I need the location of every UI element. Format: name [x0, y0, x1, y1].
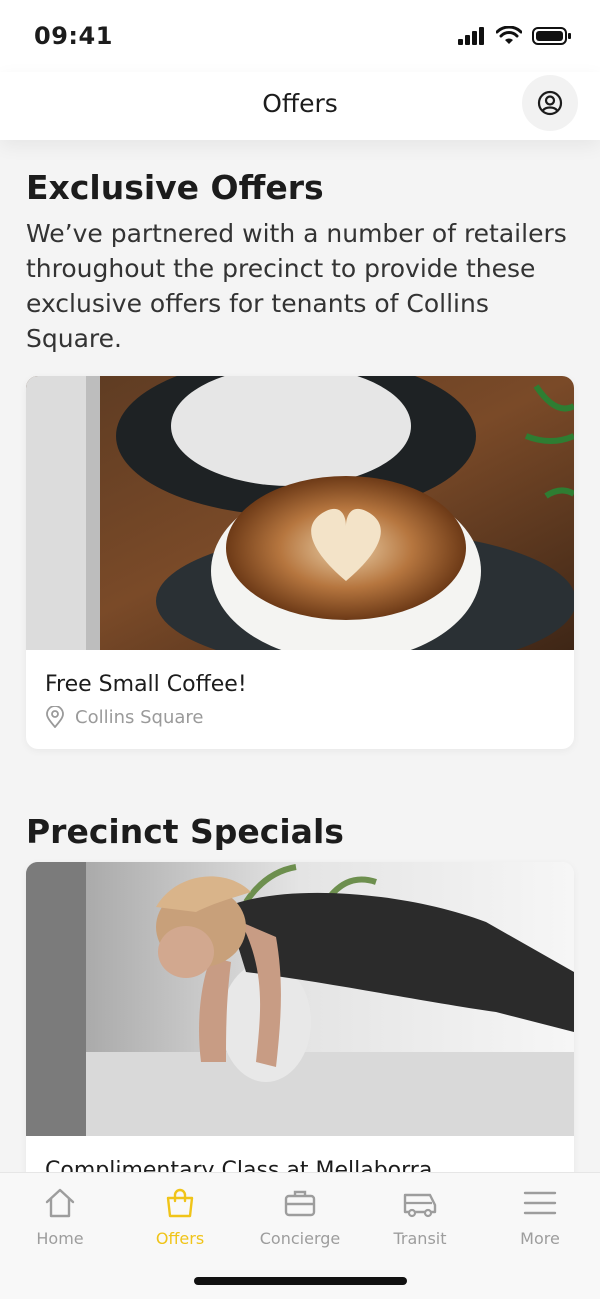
offer-title: Free Small Coffee!: [45, 672, 247, 697]
user-circle-icon: [537, 90, 563, 116]
tab-offers-label: Offers: [155, 1229, 205, 1248]
wifi-icon: [496, 26, 522, 44]
profile-button[interactable]: [522, 75, 578, 131]
offer-card-free-coffee[interactable]: Free Small Coffee! Collins Square: [26, 376, 574, 749]
tab-concierge-label: Concierge: [259, 1229, 341, 1248]
coffee-image: [26, 376, 574, 650]
exclusive-offers-title: Exclusive Offers: [26, 168, 324, 207]
signal-icon: [458, 27, 484, 45]
home-icon: [45, 1188, 75, 1218]
location-pin-icon: [46, 706, 64, 728]
exclusive-offers-intro: We’ve partnered with a number of retaile…: [26, 219, 567, 353]
tab-more-label: More: [520, 1229, 560, 1248]
fitness-image: [26, 862, 574, 1136]
status-time: 09:41: [34, 22, 113, 50]
battery-icon: [532, 27, 571, 45]
tab-home[interactable]: Home: [0, 1185, 120, 1248]
status-bar: 09:41: [0, 0, 600, 72]
offers-content[interactable]: Exclusive Offers We’ve partnered with a …: [0, 140, 600, 1172]
offer-location: Collins Square: [45, 706, 203, 728]
tab-offers[interactable]: Offers: [120, 1185, 240, 1248]
menu-icon: [523, 1191, 557, 1215]
tab-concierge[interactable]: Concierge: [240, 1185, 360, 1248]
offer-card-complimentary-class[interactable]: Complimentary Class at Mellaborra: [26, 862, 574, 1172]
briefcase-icon: [284, 1190, 316, 1217]
bus-icon: [403, 1193, 437, 1218]
precinct-specials-title: Precinct Specials: [26, 812, 344, 851]
page-title: Offers: [262, 89, 338, 118]
offer-location-label: Collins Square: [75, 706, 204, 728]
shopping-bag-icon: [166, 1188, 194, 1218]
tab-transit-label: Transit: [393, 1229, 447, 1248]
tab-more[interactable]: More: [480, 1185, 600, 1248]
tab-home-label: Home: [36, 1229, 84, 1248]
navigation-bar: Offers: [0, 72, 600, 140]
status-icons: [458, 26, 572, 46]
offer-title: Complimentary Class at Mellaborra: [45, 1158, 433, 1172]
home-indicator: [194, 1277, 407, 1285]
tab-transit[interactable]: Transit: [360, 1185, 480, 1248]
